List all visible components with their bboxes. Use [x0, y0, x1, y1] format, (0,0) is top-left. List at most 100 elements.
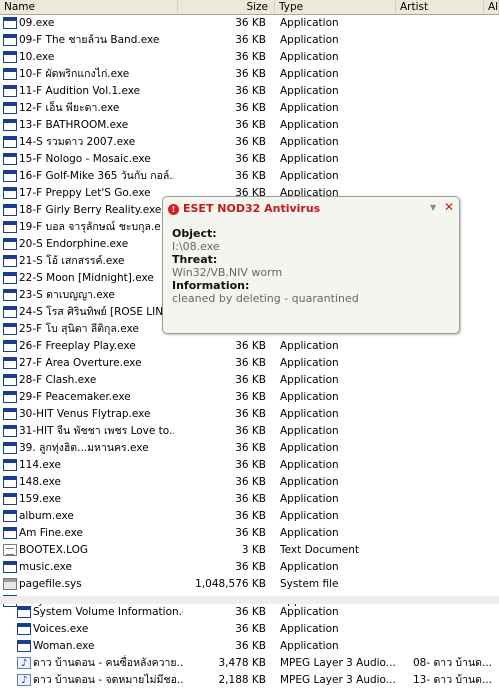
application-icon [3, 442, 17, 454]
object-value: I:\08.exe [172, 240, 220, 253]
application-icon [3, 323, 17, 335]
application-icon [3, 306, 17, 318]
file-row[interactable]: 30-HIT Venus Flytrap.exe 36 KB Application [0, 406, 499, 423]
horizontal-scrollbar[interactable] [0, 596, 499, 604]
file-name: 30-HIT Venus Flytrap.exe [19, 408, 151, 420]
file-row[interactable]: 10-F ผัดพริกแกงไก่.exe 36 KB Application [0, 66, 499, 83]
file-row[interactable]: Voices.exe 36 KB Application [0, 621, 499, 638]
file-name: Voices.exe [33, 623, 89, 635]
file-row[interactable]: music.exe 36 KB Application [0, 559, 499, 576]
file-row[interactable]: ดาว บ้านดอน - จดหมายไม่มีชอ... 2,188 KB MP… [0, 672, 499, 689]
file-size: 36 KB [235, 476, 266, 488]
file-size: 36 KB [235, 561, 266, 573]
file-row[interactable]: Woman.exe 36 KB Application [0, 638, 499, 655]
file-row[interactable]: album.exe 36 KB Application [0, 508, 499, 525]
file-type: Application [280, 136, 339, 148]
file-size: 36 KB [235, 153, 266, 165]
file-row[interactable]: 26-F Freeplay Play.exe 36 KB Application [0, 338, 499, 355]
column-header-type[interactable]: Type [275, 0, 396, 14]
file-row[interactable]: 28-F Clash.exe 36 KB Application [0, 372, 499, 389]
column-header-name[interactable]: Name [0, 0, 178, 14]
file-name: 28-F Clash.exe [19, 374, 97, 386]
file-name: 23-S ตาเบญญา.exe [19, 289, 115, 301]
dropdown-arrow-icon[interactable]: ▼ [430, 203, 436, 212]
file-artist: 08- ดาว บ้านด... [413, 657, 493, 669]
audio-file-icon [17, 655, 31, 672]
application-icon [17, 606, 31, 618]
file-row[interactable]: 16-F Golf-Mike 365 วันกับ กอล์... 36 KB Ap… [0, 168, 499, 185]
column-header-bar: Name Size Type Artist Al [0, 0, 499, 15]
file-size: 36 KB [235, 408, 266, 420]
application-icon [3, 85, 17, 97]
file-name: ดาว บ้านดอน - จดหมายไม่มีชอ... [33, 674, 183, 686]
file-row[interactable]: 10.exe 36 KB Application [0, 49, 499, 66]
file-size: 1,048,576 KB [195, 578, 266, 590]
file-type: Application [280, 51, 339, 63]
file-size: 2,188 KB [218, 674, 267, 686]
file-row[interactable]: 148.exe 36 KB Application [0, 474, 499, 491]
file-name: 18-F Girly Berry Reality.exe [19, 204, 162, 216]
file-name: Woman.exe [33, 640, 95, 652]
file-size: 36 KB [235, 606, 266, 618]
file-row[interactable]: 39. ลูกทุ่งฮิต...มหานคร.exe 36 KB Applicat… [0, 440, 499, 457]
object-label: Object: [172, 227, 217, 240]
file-name: 159.exe [19, 493, 62, 505]
file-size: 36 KB [235, 51, 266, 63]
notification-body: Object: I:\08.exe Threat: Win32/VB.NIV w… [172, 227, 359, 305]
file-type: Application [280, 391, 339, 403]
file-size: 36 KB [235, 85, 266, 97]
file-name: 114.exe [19, 459, 62, 471]
column-header-size[interactable]: Size [178, 0, 275, 14]
application-icon [3, 34, 17, 46]
antivirus-notification[interactable]: ! ESET NOD32 Antivirus ▼ ✕ Object: I:\08… [162, 196, 460, 334]
notification-title: ESET NOD32 Antivirus [183, 202, 321, 215]
application-icon [3, 527, 17, 539]
file-row[interactable]: System Volume Information.exe 36 KB Applic… [0, 604, 499, 621]
file-row[interactable]: BOOTEX.LOG 3 KB Text Document [0, 542, 499, 559]
file-row[interactable]: 29-F Peacemaker.exe 36 KB Application [0, 389, 499, 406]
file-row[interactable]: 09-F The ชายล้วน Band.exe 36 KB Applicatio… [0, 32, 499, 49]
file-row[interactable]: 15-F Nologo - Mosaic.exe 36 KB Application [0, 151, 499, 168]
file-size: 3 KB [241, 544, 266, 556]
file-row[interactable]: 09.exe 36 KB Application [0, 15, 499, 32]
file-row[interactable]: 159.exe 36 KB Application [0, 491, 499, 508]
file-row[interactable]: 31-HIT จีน พัชชา เพชร Love to... 36 KB App… [0, 423, 499, 440]
application-icon [3, 493, 17, 505]
file-type: Application [280, 85, 339, 97]
application-icon [3, 357, 17, 369]
file-row[interactable]: 12-F เอ็น พียะดา.exe 36 KB Application [0, 100, 499, 117]
file-type: MPEG Layer 3 Audio... [280, 657, 395, 669]
file-type: Application [280, 493, 339, 505]
file-row[interactable]: ดาว บ้านดอน - คนซื่อหลังควาย.... 3,478 KB… [0, 655, 499, 672]
application-icon [3, 153, 17, 165]
file-type: Application [280, 119, 339, 131]
file-name: 26-F Freeplay Play.exe [19, 340, 136, 352]
application-icon [3, 476, 17, 488]
file-name: 14-S รวมดาว 2007.exe [19, 136, 136, 148]
file-row[interactable]: 14-S รวมดาว 2007.exe 36 KB Application [0, 134, 499, 151]
file-name: 16-F Golf-Mike 365 วันกับ กอล์... [19, 170, 174, 182]
application-icon [3, 204, 17, 216]
file-row[interactable]: 13-F BATHROOM.exe 36 KB Application [0, 117, 499, 134]
file-type: Application [280, 357, 339, 369]
column-header-artist[interactable]: Artist [396, 0, 484, 14]
close-icon[interactable]: ✕ [444, 201, 454, 213]
file-name: 27-F Area Overture.exe [19, 357, 142, 369]
file-row[interactable]: 114.exe 36 KB Application [0, 457, 499, 474]
application-icon [3, 170, 17, 182]
file-name: 10.exe [19, 51, 55, 63]
file-row[interactable]: 27-F Area Overture.exe 36 KB Application [0, 355, 499, 372]
file-type: Application [280, 640, 339, 652]
file-type: Application [280, 476, 339, 488]
file-name: 10-F ผัดพริกแกงไก่.exe [19, 68, 130, 80]
application-icon [17, 623, 31, 635]
file-size: 36 KB [235, 119, 266, 131]
column-header-album-label: Al [488, 1, 499, 13]
file-row[interactable]: Am Fine.exe 36 KB Application [0, 525, 499, 542]
application-icon [3, 68, 17, 80]
file-row[interactable]: pagefile.sys 1,048,576 KB System file [0, 576, 499, 593]
file-size: 36 KB [235, 34, 266, 46]
column-header-album[interactable]: Al [484, 0, 499, 14]
file-size: 36 KB [235, 425, 266, 437]
file-row[interactable]: 11-F Audition Vol.1.exe 36 KB Application [0, 83, 499, 100]
